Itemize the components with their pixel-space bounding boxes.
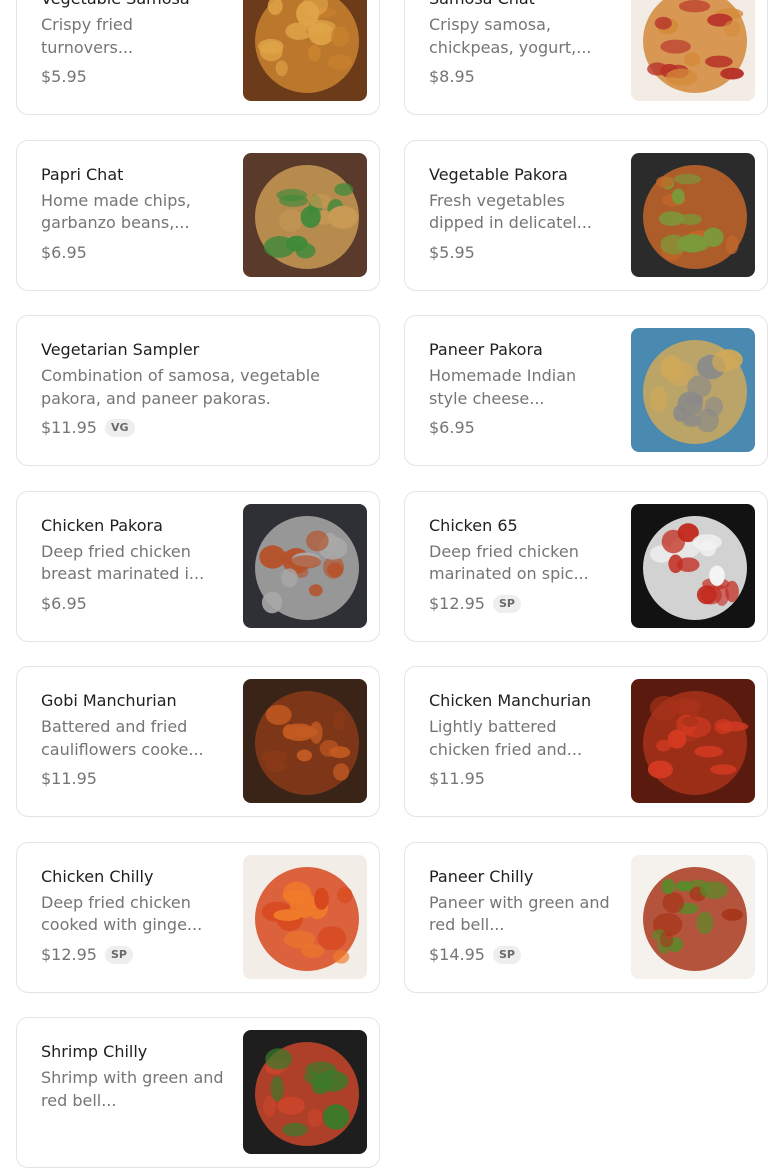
menu-item-price: $14.95	[429, 944, 485, 964]
menu-item-price: $6.95	[429, 418, 475, 437]
menu-item-description: Deep fried chicken cooked with ginge...	[41, 892, 203, 935]
pakora-photo	[631, 152, 755, 277]
menu-item-card[interactable]: Chicken Manchurian Lightly battered chick…	[404, 666, 768, 817]
dietary-badge: SP	[104, 945, 133, 964]
menu-item-name: Chicken Chilly	[41, 866, 154, 886]
chicken-manchurian-photo	[631, 679, 755, 803]
menu-item-price: $8.95	[429, 67, 475, 86]
menu-item-name: Paneer Pakora	[429, 340, 543, 359]
menu-item-price-row: $6.95	[429, 418, 475, 438]
menu-item-description: Crispy samosa, chickpeas, yogurt,...	[429, 15, 592, 57]
menu-item-card[interactable]: Chicken 65 Deep fried chicken marinated o…	[404, 490, 768, 642]
menu-item-price: $12.95	[41, 944, 97, 964]
menu-item-price-row: $12.95 SP	[41, 945, 133, 965]
menu-item-card[interactable]: Paneer Pakora Homemade Indian style chees…	[404, 315, 768, 466]
menu-item-description: Paneer with green and red bell...	[429, 892, 610, 935]
menu-item-description: Fresh vegetables dipped in delicatel...	[429, 190, 592, 233]
menu-item-price-row: $14.95 SP	[429, 945, 521, 965]
menu-item-price-row: $5.95	[41, 67, 87, 87]
menu-item-name: Vegetable Pakora	[429, 164, 568, 184]
menu-item-price-row: $6.95	[41, 594, 87, 614]
menu-item-description: Crispy fried turnovers...	[41, 15, 134, 57]
menu-items-grid: Vegetable Samosa Crispy fried turnovers..…	[0, 0, 784, 1168]
shrimp-chilly-photo	[243, 1030, 367, 1154]
menu-item-price: $5.95	[429, 242, 475, 262]
dietary-badge: SP	[492, 594, 521, 613]
menu-item-name: Samosa Chat	[429, 0, 535, 9]
menu-item-price: $11.95	[429, 769, 485, 788]
menu-item-price: $12.95	[429, 593, 485, 613]
menu-item-price-row: $11.95	[41, 769, 97, 789]
menu-item-name: Chicken 65	[429, 515, 518, 535]
menu-item-name: Chicken Manchurian	[429, 691, 592, 710]
menu-item-card[interactable]: Vegetarian Sampler Combination of samosa,…	[16, 315, 380, 466]
dietary-badge: SP	[492, 945, 521, 964]
menu-item-name: Gobi Manchurian	[41, 691, 177, 710]
menu-item-price-row: $11.95 VG	[41, 418, 135, 438]
menu-item-price-row: $8.95	[429, 67, 475, 87]
menu-item-description: Combination of samosa, vegetable pakora,…	[41, 366, 320, 408]
menu-item-card[interactable]: Shrimp Chilly Shrimp with green and red b…	[16, 1017, 380, 1168]
menu-item-card[interactable]: Gobi Manchurian Battered and fried caulif…	[16, 666, 380, 817]
menu-item-name: Chicken Pakora	[41, 515, 163, 535]
menu-item-price: $5.95	[41, 67, 87, 86]
menu-item-description: Deep fried chicken breast marinated i...	[41, 541, 205, 584]
menu-item-card[interactable]: Vegetable Samosa Crispy fried turnovers..…	[16, 0, 380, 115]
chicken-chilly-photo	[243, 854, 367, 979]
chicken-65-photo	[631, 503, 755, 628]
gobi-manchurian-photo	[243, 679, 367, 803]
dietary-badge: VG	[104, 419, 135, 437]
menu-item-price-row: $5.95	[429, 243, 475, 263]
menu-item-description: Homemade Indian style cheese...	[429, 366, 577, 408]
menu-item-price: $6.95	[41, 593, 87, 613]
menu-item-price-row: $12.95 SP	[429, 594, 521, 614]
menu-item-name: Shrimp Chilly	[41, 1042, 148, 1061]
menu-item-description: Battered and fried cauliflowers cooke...	[41, 717, 204, 759]
paneer-pakora-photo	[631, 328, 755, 452]
menu-item-card[interactable]: Chicken Chilly Deep fried chicken cooked …	[16, 841, 380, 993]
menu-item-name: Papri Chat	[41, 164, 124, 184]
chicken-pakora-photo	[243, 503, 367, 628]
menu-item-price: $11.95	[41, 769, 97, 788]
menu-item-name: Vegetarian Sampler	[41, 340, 200, 359]
menu-item-price-row: $6.95	[41, 243, 87, 263]
papri-chat-photo	[243, 152, 367, 277]
paneer-chilly-photo	[631, 854, 755, 979]
samosa-photo	[243, 0, 367, 101]
menu-item-description: Shrimp with green and red bell...	[41, 1068, 224, 1110]
samosa-chat-photo	[631, 0, 755, 101]
menu-item-card[interactable]: Vegetable Pakora Fresh vegetables dipped …	[404, 139, 768, 291]
menu-item-card[interactable]: Paneer Chilly Paneer with green and red b…	[404, 841, 768, 993]
menu-item-card[interactable]: Chicken Pakora Deep fried chicken breast …	[16, 490, 380, 642]
menu-item-name: Paneer Chilly	[429, 866, 534, 886]
menu-item-card[interactable]: Papri Chat Home made chips, garbanzo bean…	[16, 139, 380, 291]
menu-item-card[interactable]: Samosa Chat Crispy samosa, chickpeas, yog…	[404, 0, 768, 115]
menu-item-description: Lightly battered chicken fried and...	[429, 717, 583, 759]
menu-item-price: $11.95	[41, 418, 97, 437]
menu-item-description: Deep fried chicken marinated on spic...	[429, 541, 589, 584]
menu-item-description: Home made chips, garbanzo beans,...	[41, 190, 191, 233]
menu-item-name: Vegetable Samosa	[41, 0, 190, 9]
menu-item-price-row: $11.95	[429, 769, 485, 789]
menu-item-price: $6.95	[41, 242, 87, 262]
